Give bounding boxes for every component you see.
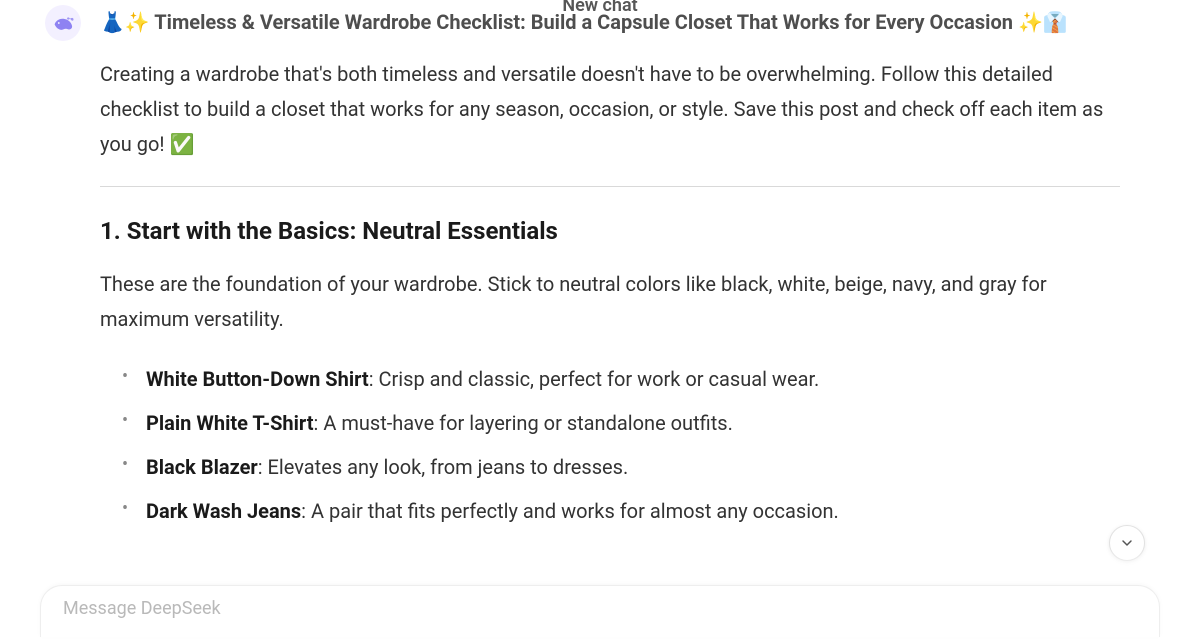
title-text: Timeless & Versatile Wardrobe Checklist:… <box>154 10 1013 34</box>
scroll-to-bottom-button[interactable] <box>1109 525 1145 561</box>
title-emoji-suffix: ✨👔 <box>1013 10 1068 34</box>
message-content: 👗✨ Timeless & Versatile Wardrobe Checkli… <box>100 5 1120 539</box>
item-desc: : Elevates any look, from jeans to dress… <box>258 455 629 479</box>
item-desc: : A pair that fits perfectly and works f… <box>301 499 839 523</box>
item-name: Dark Wash Jeans <box>146 499 301 523</box>
list-item: Black Blazer: Elevates any look, from je… <box>128 451 1120 483</box>
title-emoji-prefix: 👗✨ <box>100 10 154 34</box>
list-item: White Button-Down Shirt: Crisp and class… <box>128 363 1120 395</box>
item-name: White Button-Down Shirt <box>146 367 369 391</box>
message-composer[interactable] <box>40 585 1160 637</box>
item-name: Plain White T-Shirt <box>146 411 314 435</box>
item-name: Black Blazer <box>146 455 258 479</box>
assistant-avatar <box>45 5 81 41</box>
bottom-fade <box>0 547 1200 587</box>
intro-paragraph: Creating a wardrobe that's both timeless… <box>100 57 1120 162</box>
item-desc: : Crisp and classic, perfect for work or… <box>369 367 820 391</box>
list-item: Dark Wash Jeans: A pair that fits perfec… <box>128 495 1120 527</box>
chevron-down-icon <box>1119 535 1135 551</box>
article-title: 👗✨ Timeless & Versatile Wardrobe Checkli… <box>100 5 1120 39</box>
whale-icon <box>49 9 77 37</box>
section-heading: 1. Start with the Basics: Neutral Essent… <box>100 217 1120 245</box>
section-intro: These are the foundation of your wardrob… <box>100 267 1120 337</box>
section-divider <box>100 186 1120 187</box>
item-desc: : A must-have for layering or standalone… <box>314 411 733 435</box>
message-input[interactable] <box>63 598 1137 619</box>
checklist: White Button-Down Shirt: Crisp and class… <box>100 363 1120 527</box>
list-item: Plain White T-Shirt: A must-have for lay… <box>128 407 1120 439</box>
